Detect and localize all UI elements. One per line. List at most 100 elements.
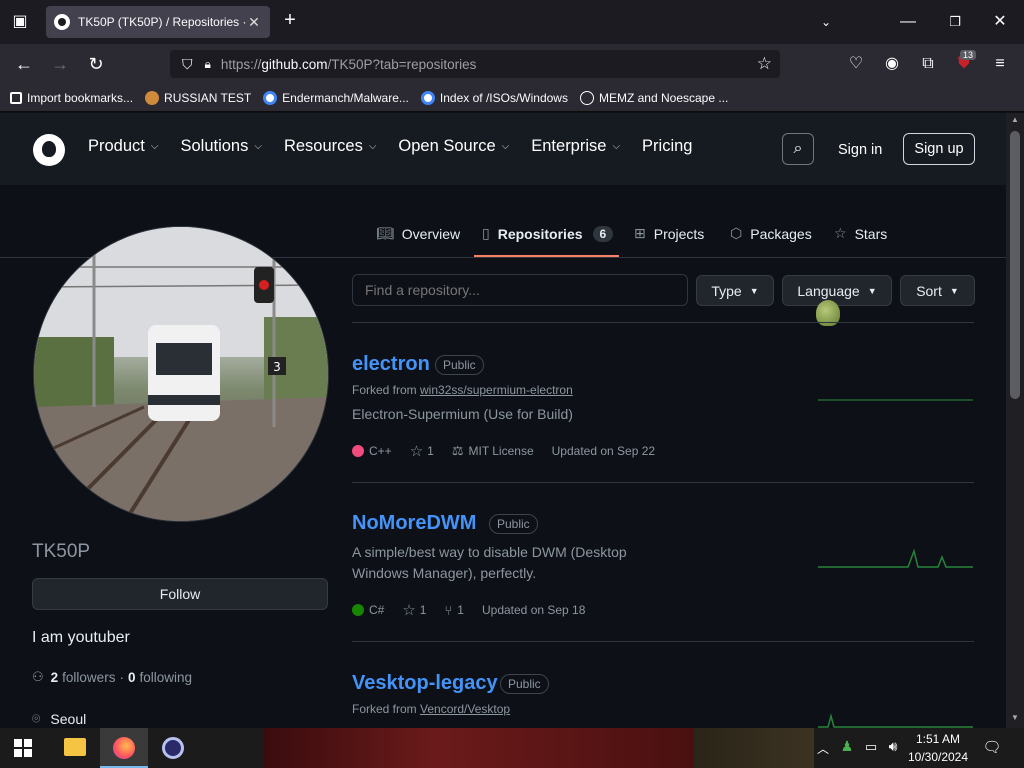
active-tab-underline	[474, 255, 619, 257]
notification-icon[interactable]: 🗨︎	[982, 738, 1002, 756]
new-tab-button[interactable]: +	[280, 10, 300, 30]
repo-list-divider	[352, 482, 974, 483]
extension-badge: 13	[960, 50, 977, 60]
following-link[interactable]: following	[139, 670, 192, 685]
repo-name-link[interactable]: NoMoreDWM	[352, 512, 476, 535]
bookmark-item[interactable]: MEMZ and Noescape ...	[579, 90, 728, 105]
avatar-photo: 3	[34, 227, 328, 521]
nav-solutions[interactable]: Solutions ⌵	[180, 137, 261, 156]
sign-in-link[interactable]: Sign in	[838, 142, 882, 158]
repo-name-link[interactable]: electron	[352, 353, 430, 376]
chevron-down-icon: ⌵	[150, 141, 159, 152]
find-repository-input[interactable]	[352, 274, 688, 306]
restore-icon[interactable]: ❐	[945, 12, 965, 32]
globe-icon	[579, 90, 594, 105]
followers-info: ⚇ 2 followers · 0 following	[32, 669, 192, 685]
fork-icon: ⑂	[444, 602, 453, 618]
close-tab-icon[interactable]: ✕	[246, 14, 262, 31]
taskbar-wallpaper	[694, 728, 814, 768]
language-filter-button[interactable]: Language ▼	[782, 275, 892, 306]
lock-icon[interactable]: 🔒︎	[205, 57, 211, 72]
activity-sparkline	[818, 399, 973, 401]
menu-icon[interactable]: ≡	[990, 54, 1010, 74]
repo-list-divider	[352, 322, 974, 323]
law-icon: ⚖	[451, 443, 464, 458]
sort-filter-button[interactable]: Sort ▼	[900, 275, 975, 306]
header-nav: Product ⌵ Solutions ⌵ Resources ⌵ Open Sour…	[88, 137, 714, 156]
followers-count[interactable]: 2	[51, 670, 59, 685]
nav-product[interactable]: Product ⌵	[88, 137, 158, 156]
list-tabs-chevron-icon[interactable]: ⌄	[816, 12, 836, 32]
profile-bio: I am youtuber	[32, 629, 130, 646]
tab-overview-icon[interactable]: ▣	[10, 12, 30, 32]
following-count[interactable]: 0	[128, 670, 136, 685]
url-bar[interactable]: ⛉ 🔒︎ https://github.com/TK50P?tab=reposi…	[170, 50, 780, 78]
browser-tab-title: TK50P (TK50P) / Repositories · GitHub	[78, 15, 246, 29]
repo-name-link[interactable]: Vesktop-legacy	[352, 672, 498, 695]
network-icon[interactable]: ▭	[862, 739, 880, 755]
nav-pricing[interactable]: Pricing	[642, 137, 692, 156]
bookmark-item[interactable]: Index of /ISOs/Windows	[420, 90, 568, 105]
file-explorer-icon[interactable]	[64, 738, 86, 756]
bookmark-item[interactable]: RUSSIAN TEST	[145, 90, 251, 105]
close-window-icon[interactable]: ✕	[990, 12, 1010, 32]
repo-stars[interactable]: ☆ 1	[410, 442, 434, 460]
caret-down-icon: ▼	[749, 285, 759, 296]
bookmark-item[interactable]: Import bookmarks...	[10, 91, 133, 105]
clock-date[interactable]: 10/30/2024	[906, 750, 970, 764]
minimize-icon[interactable]: —	[898, 12, 918, 32]
type-filter-button[interactable]: Type ▼	[696, 275, 774, 306]
followers-link[interactable]: followers	[62, 670, 115, 685]
tab-projects[interactable]: ⊞ Projects	[634, 225, 704, 242]
profile-username: TK50P	[32, 541, 91, 562]
volume-icon[interactable]: 🔊︎	[884, 738, 902, 755]
shield-icon[interactable]: ⛉	[182, 56, 193, 73]
scroll-up-icon[interactable]: ▲	[1011, 115, 1019, 124]
app-icon[interactable]	[162, 737, 184, 759]
google-icon	[420, 90, 435, 105]
tray-app-icon[interactable]: ♟	[838, 738, 856, 755]
search-button[interactable]: ⌕	[782, 133, 814, 165]
nav-open-source[interactable]: Open Source ⌵	[398, 137, 509, 156]
github-logo-icon[interactable]	[33, 134, 65, 166]
visibility-badge: Public	[500, 674, 549, 694]
nav-enterprise[interactable]: Enterprise ⌵	[531, 137, 620, 156]
tab-repositories[interactable]: ▯ Repositories 6	[482, 225, 614, 242]
avatar[interactable]: 3	[33, 226, 329, 522]
pocket-icon[interactable]: ♡	[846, 54, 866, 74]
reload-icon[interactable]: ↻	[86, 54, 106, 74]
github-favicon-icon	[54, 14, 70, 30]
url-host: github.com	[261, 56, 328, 72]
windows-taskbar: ︿ ♟ ▭ 🔊︎ 1:51 AM 10/30/2024 🗨︎	[0, 728, 1024, 768]
caret-down-icon: ▼	[867, 285, 877, 296]
extensions-icon[interactable]: ⧉	[918, 54, 938, 74]
repo-forks[interactable]: ⑂ 1	[444, 603, 464, 618]
clock-time[interactable]: 1:51 AM	[906, 732, 970, 746]
repo-stars[interactable]: ☆ 1	[402, 601, 426, 619]
repo-updated: Updated on Sep 22	[551, 444, 656, 458]
browser-tab[interactable]: TK50P (TK50P) / Repositories · GitHub ✕	[46, 6, 270, 38]
tab-overview[interactable]: 📖︎ Overview	[376, 225, 460, 242]
follow-button[interactable]: Follow	[32, 578, 328, 610]
bookmark-star-icon[interactable]: ☆	[757, 54, 772, 74]
package-icon: ⬡	[730, 225, 743, 241]
scroll-down-icon[interactable]: ▼	[1011, 713, 1019, 722]
forked-from-link[interactable]: Vencord/Vesktop	[420, 702, 510, 716]
github-header: Product ⌵ Solutions ⌵ Resources ⌵ Open Sour…	[0, 113, 1006, 185]
back-icon[interactable]: ←	[14, 54, 34, 74]
forked-from-link[interactable]: win32ss/supermium-electron	[420, 383, 573, 397]
show-hidden-icons-chevron-icon[interactable]: ︿	[816, 740, 830, 757]
nav-resources[interactable]: Resources ⌵	[284, 137, 376, 156]
bookmark-item[interactable]: Endermanch/Malware...	[263, 90, 409, 105]
sign-up-button[interactable]: Sign up	[903, 133, 975, 165]
scrollbar-thumb[interactable]	[1010, 131, 1020, 399]
windows-start-icon[interactable]	[14, 739, 32, 757]
account-icon[interactable]: ◉	[882, 54, 902, 74]
page-scrollbar[interactable]: ▲ ▼	[1006, 113, 1024, 728]
language-color-dot	[352, 604, 364, 616]
forward-icon[interactable]: →	[50, 54, 70, 74]
repo-license: ⚖ MIT License	[451, 443, 534, 458]
tab-stars[interactable]: ☆ Stars	[834, 225, 887, 242]
tab-packages[interactable]: ⬡ Packages	[730, 225, 812, 242]
firefox-taskbar-button[interactable]	[100, 728, 148, 768]
